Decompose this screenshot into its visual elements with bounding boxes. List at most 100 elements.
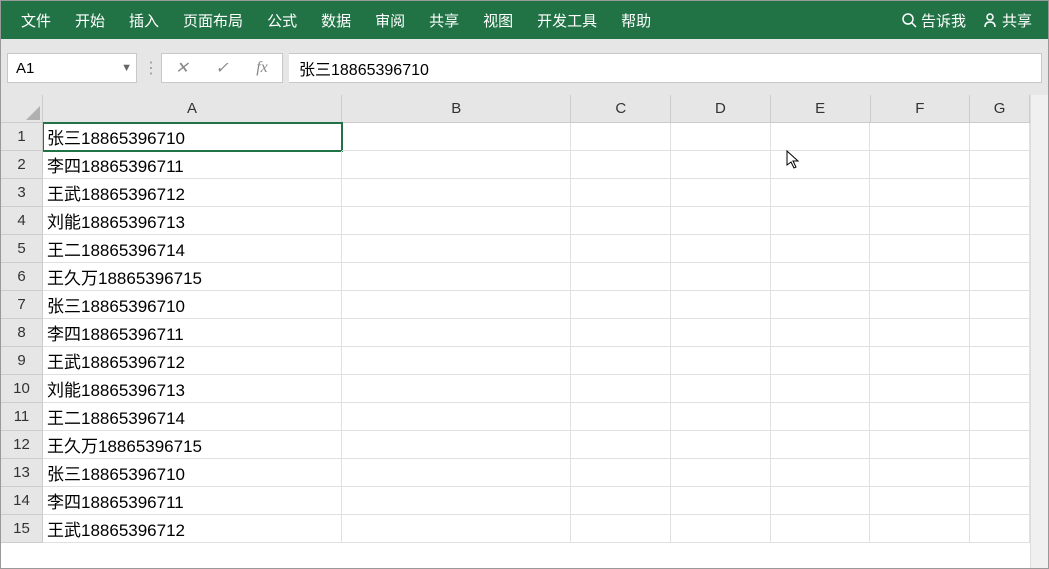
cell-A6[interactable]: 王久万18865396715 [43,263,342,291]
row-header-8[interactable]: 8 [1,319,43,347]
cell-D4[interactable] [671,207,771,235]
row-header-7[interactable]: 7 [1,291,43,319]
column-header-F[interactable]: F [871,95,971,123]
share-button[interactable]: 共享 [974,10,1040,31]
cell-C7[interactable] [571,291,671,319]
cell-G7[interactable] [970,291,1030,319]
row-header-5[interactable]: 5 [1,235,43,263]
cell-D3[interactable] [671,179,771,207]
cell-B7[interactable] [342,291,571,319]
cell-A10[interactable]: 刘能18865396713 [43,375,342,403]
cell-G2[interactable] [970,151,1030,179]
confirm-button[interactable]: ✓ [202,58,242,78]
cell-A7[interactable]: 张三18865396710 [43,291,342,319]
ribbon-tab-文件[interactable]: 文件 [9,1,63,39]
column-header-E[interactable]: E [771,95,871,123]
ribbon-tab-帮助[interactable]: 帮助 [609,1,663,39]
cell-D13[interactable] [671,459,771,487]
column-header-C[interactable]: C [571,95,671,123]
cell-G11[interactable] [970,403,1030,431]
row-header-1[interactable]: 1 [1,123,43,151]
cell-E2[interactable] [771,151,871,179]
cell-A13[interactable]: 张三18865396710 [43,459,342,487]
cell-E12[interactable] [771,431,871,459]
cell-B4[interactable] [342,207,571,235]
name-box[interactable]: A1 ▼ [7,53,137,83]
row-header-14[interactable]: 14 [1,487,43,515]
cell-F4[interactable] [870,207,970,235]
cell-E4[interactable] [771,207,871,235]
cell-C4[interactable] [571,207,671,235]
cell-C15[interactable] [571,515,671,543]
cell-G9[interactable] [970,347,1030,375]
cell-C13[interactable] [571,459,671,487]
cell-D5[interactable] [671,235,771,263]
ribbon-tab-开发工具[interactable]: 开发工具 [525,1,609,39]
cell-C6[interactable] [571,263,671,291]
cell-D1[interactable] [671,123,771,151]
cell-B1[interactable] [342,123,571,151]
cell-D7[interactable] [671,291,771,319]
cell-D15[interactable] [671,515,771,543]
row-header-10[interactable]: 10 [1,375,43,403]
vertical-scrollbar[interactable] [1030,95,1048,568]
column-header-A[interactable]: A [43,95,342,123]
cell-C9[interactable] [571,347,671,375]
cell-E3[interactable] [771,179,871,207]
cell-G5[interactable] [970,235,1030,263]
formula-input[interactable]: 张三18865396710 [289,53,1042,83]
cell-A4[interactable]: 刘能18865396713 [43,207,342,235]
cell-C3[interactable] [571,179,671,207]
cell-A14[interactable]: 李四18865396711 [43,487,342,515]
column-header-G[interactable]: G [970,95,1030,123]
cell-F15[interactable] [870,515,970,543]
cell-E1[interactable] [771,123,871,151]
cell-F12[interactable] [870,431,970,459]
cell-B11[interactable] [342,403,571,431]
cell-D2[interactable] [671,151,771,179]
cell-G14[interactable] [970,487,1030,515]
cell-D10[interactable] [671,375,771,403]
ribbon-tab-公式[interactable]: 公式 [255,1,309,39]
cell-C11[interactable] [571,403,671,431]
ribbon-tab-共享[interactable]: 共享 [417,1,471,39]
ribbon-tab-插入[interactable]: 插入 [117,1,171,39]
cell-E15[interactable] [771,515,871,543]
cell-B10[interactable] [342,375,571,403]
cell-F6[interactable] [870,263,970,291]
cell-G13[interactable] [970,459,1030,487]
cell-F13[interactable] [870,459,970,487]
cell-B5[interactable] [342,235,571,263]
cell-D12[interactable] [671,431,771,459]
row-header-6[interactable]: 6 [1,263,43,291]
cell-G6[interactable] [970,263,1030,291]
cell-A3[interactable]: 王武18865396712 [43,179,342,207]
cell-E13[interactable] [771,459,871,487]
cell-D14[interactable] [671,487,771,515]
cell-A11[interactable]: 王二18865396714 [43,403,342,431]
cell-B12[interactable] [342,431,571,459]
row-header-4[interactable]: 4 [1,207,43,235]
cell-E11[interactable] [771,403,871,431]
cell-E5[interactable] [771,235,871,263]
row-header-11[interactable]: 11 [1,403,43,431]
column-header-B[interactable]: B [342,95,571,123]
cell-E6[interactable] [771,263,871,291]
row-header-15[interactable]: 15 [1,515,43,543]
cell-F14[interactable] [870,487,970,515]
cell-C2[interactable] [571,151,671,179]
ribbon-tab-审阅[interactable]: 审阅 [363,1,417,39]
cell-F9[interactable] [870,347,970,375]
cell-C5[interactable] [571,235,671,263]
cell-B14[interactable] [342,487,571,515]
column-header-D[interactable]: D [671,95,771,123]
cell-E10[interactable] [771,375,871,403]
cell-G1[interactable] [970,123,1030,151]
cell-G3[interactable] [970,179,1030,207]
cell-B6[interactable] [342,263,571,291]
cell-A2[interactable]: 李四18865396711 [43,151,342,179]
ribbon-tab-开始[interactable]: 开始 [63,1,117,39]
cell-C14[interactable] [571,487,671,515]
cell-F3[interactable] [870,179,970,207]
cell-F11[interactable] [870,403,970,431]
